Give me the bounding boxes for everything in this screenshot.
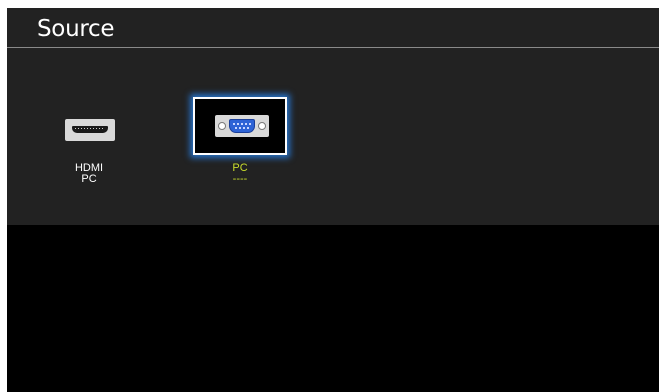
source-tile-pc-selected[interactable]: [193, 97, 287, 155]
source-panel: Source HDMI PC PC ----: [7, 8, 659, 225]
hdmi-port-icon: [65, 119, 115, 141]
source-connection-label: PC: [81, 173, 97, 185]
source-screen: Source HDMI PC PC ----: [7, 8, 659, 392]
title-divider: [7, 47, 659, 48]
vga-port-icon: [215, 115, 269, 137]
page-title: Source: [37, 16, 115, 42]
source-tile-hdmi[interactable]: [42, 105, 136, 161]
source-connection-label: ----: [232, 173, 248, 185]
